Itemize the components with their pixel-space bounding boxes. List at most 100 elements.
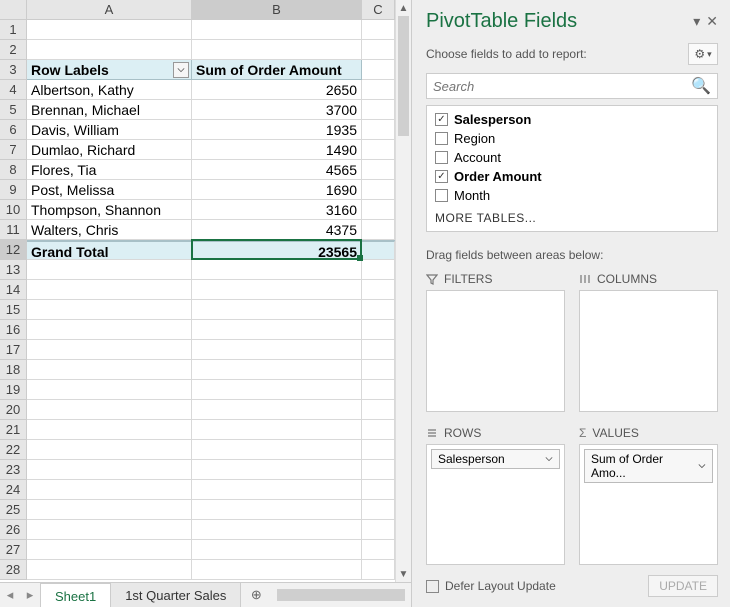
row-header-25[interactable]: 25 (0, 500, 27, 520)
columns-drop-zone[interactable] (579, 290, 718, 412)
row-header-3[interactable]: 3 (0, 60, 27, 80)
cell[interactable] (362, 460, 395, 480)
row-header-11[interactable]: 11 (0, 220, 27, 240)
cell[interactable] (362, 480, 395, 500)
tab-sheet1[interactable]: Sheet1 (40, 583, 111, 607)
row-header-6[interactable]: 6 (0, 120, 27, 140)
pivot-row-label[interactable]: Flores, Tia (27, 160, 192, 180)
values-pill-sum-order-amount[interactable]: Sum of Order Amo... (584, 449, 713, 483)
grand-total-value[interactable]: 23565 (192, 241, 362, 260)
cell[interactable] (27, 500, 192, 520)
row-header-27[interactable]: 27 (0, 540, 27, 560)
cell[interactable] (362, 120, 395, 140)
pane-settings-button[interactable]: ⚙▾ (688, 43, 718, 65)
cell[interactable] (192, 20, 362, 40)
field-search-box[interactable]: 🔍 (426, 73, 718, 99)
pivot-value-cell[interactable]: 1935 (192, 120, 362, 140)
cell[interactable] (192, 300, 362, 320)
row-header-7[interactable]: 7 (0, 140, 27, 160)
cell[interactable] (192, 520, 362, 540)
cell[interactable] (27, 20, 192, 40)
row-header-20[interactable]: 20 (0, 400, 27, 420)
pivot-row-label[interactable]: Davis, William (27, 120, 192, 140)
field-region[interactable]: Region (427, 129, 717, 148)
cell[interactable] (192, 340, 362, 360)
cell[interactable] (192, 420, 362, 440)
search-input[interactable] (433, 79, 691, 94)
row-labels-filter-button[interactable] (173, 62, 189, 78)
rows-pill-salesperson[interactable]: Salesperson (431, 449, 560, 469)
cell[interactable] (362, 500, 395, 520)
filters-drop-zone[interactable] (426, 290, 565, 412)
field-checkbox[interactable] (435, 113, 448, 126)
row-header-4[interactable]: 4 (0, 80, 27, 100)
pivot-value-cell[interactable]: 3160 (192, 200, 362, 220)
row-header-19[interactable]: 19 (0, 380, 27, 400)
cell[interactable] (192, 560, 362, 580)
field-account[interactable]: Account (427, 148, 717, 167)
cell[interactable] (192, 400, 362, 420)
scroll-down-icon[interactable]: ▼ (396, 566, 411, 582)
cell[interactable] (27, 300, 192, 320)
cell[interactable] (362, 300, 395, 320)
row-header-16[interactable]: 16 (0, 320, 27, 340)
cell[interactable] (362, 100, 395, 120)
cell[interactable] (362, 160, 395, 180)
cell[interactable] (27, 320, 192, 340)
cell[interactable] (27, 520, 192, 540)
select-all-corner[interactable] (0, 0, 27, 20)
field-checkbox[interactable] (435, 189, 448, 202)
cell[interactable] (27, 280, 192, 300)
cell[interactable] (362, 80, 395, 100)
new-sheet-button[interactable]: ⊕ (241, 587, 271, 603)
cell[interactable] (27, 380, 192, 400)
row-header-2[interactable]: 2 (0, 40, 27, 60)
pivot-value-header[interactable]: Sum of Order Amount (192, 60, 362, 80)
cell[interactable] (27, 440, 192, 460)
col-header-A[interactable]: A (27, 0, 192, 20)
cell[interactable] (362, 280, 395, 300)
scroll-up-icon[interactable]: ▲ (396, 0, 411, 16)
rows-drop-zone[interactable]: Salesperson (426, 444, 565, 566)
row-header-18[interactable]: 18 (0, 360, 27, 380)
cell[interactable] (192, 40, 362, 60)
cell[interactable] (27, 460, 192, 480)
field-order-amount[interactable]: Order Amount (427, 167, 717, 186)
cell[interactable] (27, 400, 192, 420)
cell[interactable] (192, 380, 362, 400)
col-header-C[interactable]: C (362, 0, 395, 20)
cell[interactable] (362, 420, 395, 440)
field-checkbox[interactable] (435, 151, 448, 164)
cell[interactable] (362, 40, 395, 60)
pivot-row-labels-header[interactable]: Row Labels (27, 60, 192, 80)
cell[interactable] (362, 380, 395, 400)
col-header-B[interactable]: B (192, 0, 362, 20)
pivot-row-label[interactable]: Post, Melissa (27, 180, 192, 200)
cell[interactable] (27, 560, 192, 580)
cell[interactable] (27, 480, 192, 500)
field-salesperson[interactable]: Salesperson (427, 110, 717, 129)
pivot-row-label[interactable]: Brennan, Michael (27, 100, 192, 120)
cell[interactable] (362, 140, 395, 160)
row-header-21[interactable]: 21 (0, 420, 27, 440)
row-header-13[interactable]: 13 (0, 260, 27, 280)
values-drop-zone[interactable]: Sum of Order Amo... (579, 444, 718, 566)
row-header-17[interactable]: 17 (0, 340, 27, 360)
cell-grid[interactable]: Row LabelsSum of Order AmountAlbertson, … (27, 20, 395, 582)
pivot-value-cell[interactable]: 3700 (192, 100, 362, 120)
tab-nav-buttons[interactable]: ◂▸ (0, 587, 40, 603)
row-header-23[interactable]: 23 (0, 460, 27, 480)
horizontal-scrollbar[interactable] (277, 589, 405, 601)
cell[interactable] (362, 560, 395, 580)
pivot-value-cell[interactable]: 2650 (192, 80, 362, 100)
cell[interactable] (192, 360, 362, 380)
pivot-row-label[interactable]: Dumlao, Richard (27, 140, 192, 160)
pivot-value-cell[interactable]: 1490 (192, 140, 362, 160)
cell[interactable] (362, 400, 395, 420)
cell[interactable] (27, 40, 192, 60)
more-tables-link[interactable]: MORE TABLES... (427, 205, 717, 227)
field-month[interactable]: Month (427, 186, 717, 205)
pane-dropdown-icon[interactable]: ▾ (693, 13, 700, 30)
cell[interactable] (362, 520, 395, 540)
row-header-1[interactable]: 1 (0, 20, 27, 40)
